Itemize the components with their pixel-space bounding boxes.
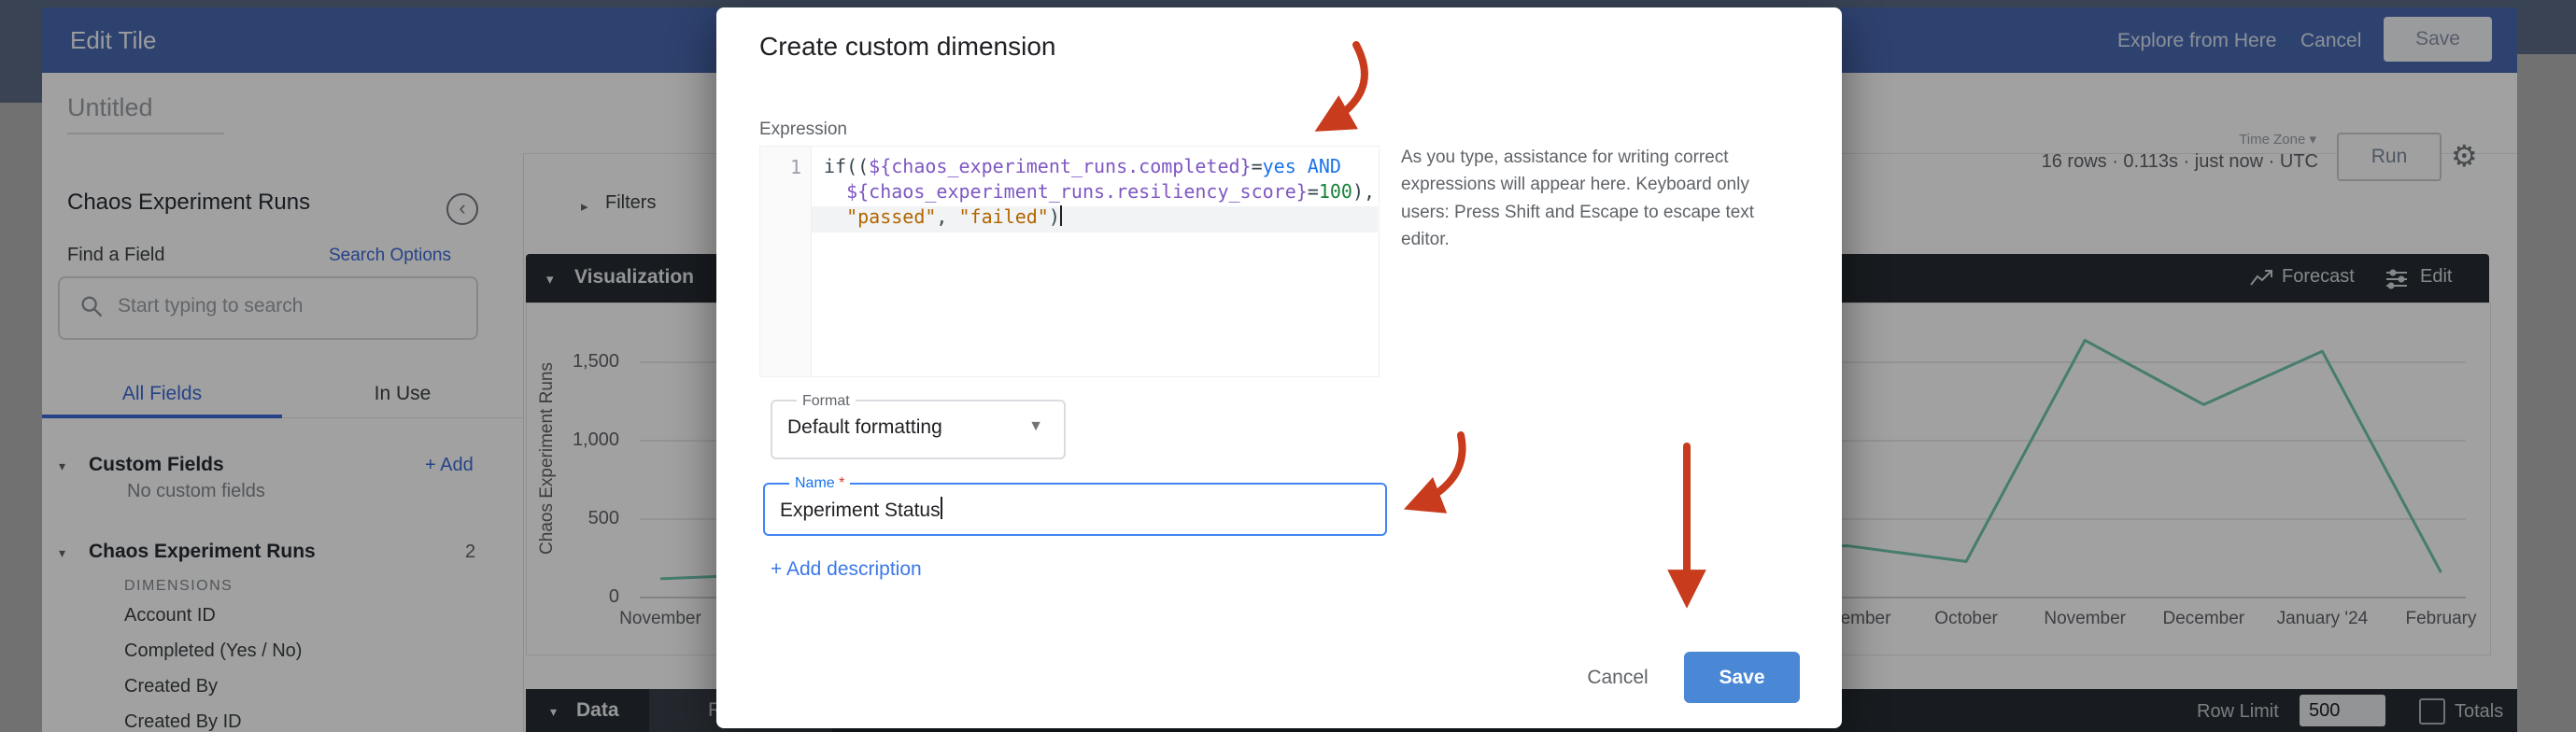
name-field[interactable]: Name * Experiment Status [763, 483, 1387, 536]
format-label: Format [797, 393, 856, 410]
name-value: Experiment Status [780, 497, 942, 522]
create-custom-dimension-modal: Create custom dimension Expression 1 if(… [716, 7, 1842, 728]
expression-editor[interactable]: 1 if((${chaos_experiment_runs.completed}… [759, 146, 1380, 377]
format-dropdown-caret-icon[interactable]: ▼ [1028, 418, 1043, 435]
expression-label: Expression [759, 120, 847, 140]
text-cursor [941, 497, 942, 519]
modal-title: Create custom dimension [759, 32, 1055, 62]
editor-line-number: 1 [760, 156, 801, 178]
modal-cancel-button[interactable]: Cancel [1552, 667, 1683, 689]
name-label: Name * [789, 475, 850, 492]
expression-helper-text: As you type, assistance for writing corr… [1401, 144, 1767, 254]
format-select[interactable]: Format Default formatting ▼ [771, 400, 1066, 459]
required-asterisk: * [839, 475, 844, 491]
modal-save-button[interactable]: Save [1684, 652, 1800, 703]
expression-code[interactable]: if((${chaos_experiment_runs.completed}=y… [824, 154, 1375, 230]
add-description-link[interactable]: + Add description [771, 558, 922, 581]
screenshot-stage: Edit Tile Explore from Here Cancel Save … [0, 0, 2576, 732]
editor-gutter [760, 147, 812, 376]
format-value: Default formatting [787, 416, 942, 439]
